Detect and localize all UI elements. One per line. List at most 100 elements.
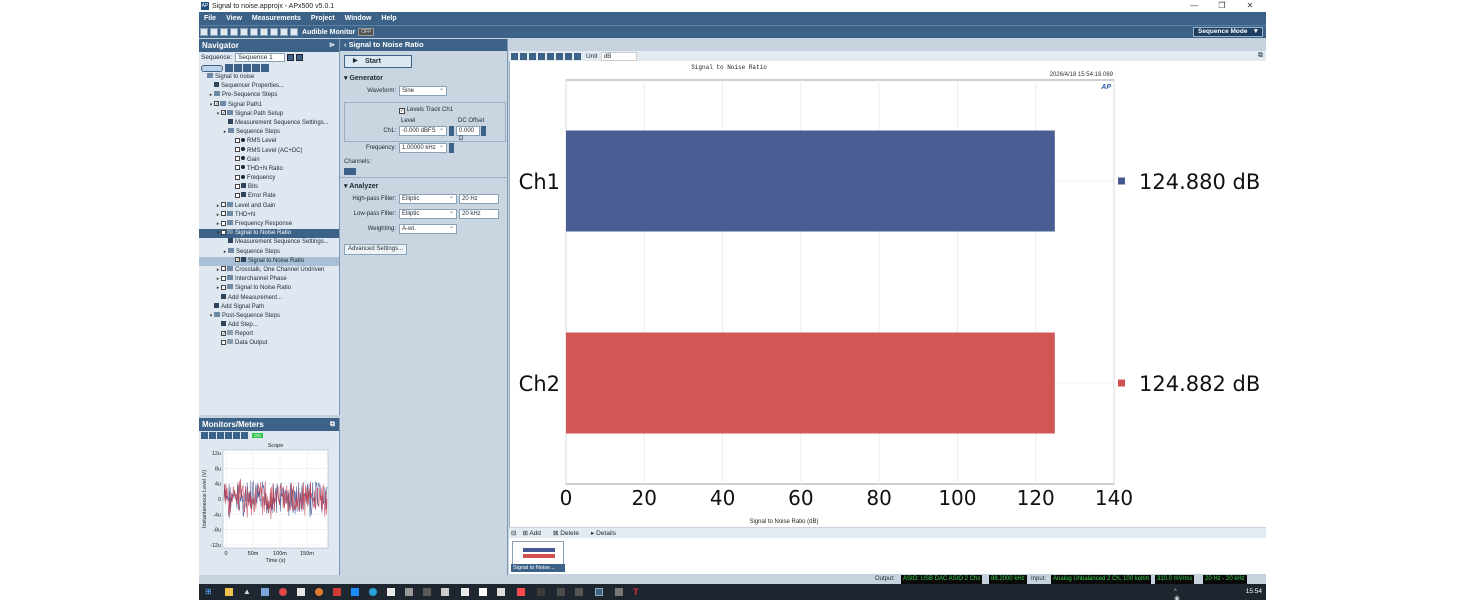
output-device[interactable]: ASIO: USB DAC ASIO 2 Chs: [901, 575, 983, 584]
graph-thumbnail[interactable]: [512, 541, 564, 566]
graph-icon[interactable]: [260, 28, 268, 36]
sequence-add-icon[interactable]: [287, 54, 295, 61]
graph-limits-icon[interactable]: [547, 52, 554, 60]
pin-icon[interactable]: ⊳: [329, 39, 335, 52]
tree-item[interactable]: Gain: [199, 156, 339, 165]
tree-item[interactable]: Data Output: [199, 339, 339, 348]
sequence-select[interactable]: Sequence 1: [235, 53, 286, 62]
tree-item[interactable]: ▸ Signal to Noise Ratio: [199, 284, 339, 293]
graph-export-icon[interactable]: [565, 52, 572, 60]
tree-checkbox[interactable]: [214, 101, 219, 107]
tree-checkbox[interactable]: [235, 165, 240, 171]
tree-item[interactable]: ▾Signal Path Setup: [199, 109, 339, 119]
dc-offset-input[interactable]: 0.000 D: [456, 126, 480, 142]
tree-checkbox[interactable]: [221, 275, 226, 281]
app-icon-5[interactable]: [333, 588, 341, 596]
tray-icons[interactable]: ^ ◉ ▭ ⊡ 中 ◔: [1174, 588, 1182, 600]
tree-checkbox[interactable]: [221, 211, 226, 217]
waveform-select[interactable]: Sine: [399, 85, 447, 96]
tree-item[interactable]: ▸ Frequency Response: [199, 220, 339, 229]
tree-checkbox[interactable]: [221, 284, 226, 290]
settings-icon[interactable]: [280, 28, 288, 36]
highpass-select[interactable]: Elliptic: [399, 193, 457, 204]
levels-track-checkbox[interactable]: ✓: [399, 107, 405, 114]
channels-toggle-icon[interactable]: [344, 168, 356, 175]
upload-icon[interactable]: ▲: [243, 588, 251, 596]
collapse-icon[interactable]: [234, 64, 242, 72]
tree-item[interactable]: ▸ Sequence Steps: [199, 247, 339, 257]
tree-checkbox[interactable]: [221, 202, 226, 208]
app-icon-8[interactable]: [387, 588, 395, 596]
graph-settings-icon[interactable]: [574, 52, 581, 60]
unit-select[interactable]: dB: [600, 51, 637, 61]
move-icon[interactable]: [261, 64, 269, 72]
close-button[interactable]: ✕: [1236, 0, 1264, 12]
highpass-freq-input[interactable]: 20 Hz: [459, 194, 499, 204]
fft-icon[interactable]: [209, 432, 216, 439]
tree-item[interactable]: ▾Signal to Noise Ratio: [199, 229, 339, 239]
app-icon-12[interactable]: [461, 588, 469, 596]
report-icon[interactable]: [240, 28, 248, 36]
file-explorer-icon[interactable]: [225, 588, 233, 596]
app-icon-15[interactable]: [517, 588, 525, 596]
app-icon-19[interactable]: [615, 588, 623, 596]
tree-item[interactable]: Report: [199, 330, 339, 339]
add-icon[interactable]: [243, 64, 251, 72]
monitor-on-toggle[interactable]: ON: [252, 433, 263, 438]
menu-help[interactable]: Help: [376, 15, 401, 22]
input-bandwidth[interactable]: 20 Hz - 20 kHz: [1203, 575, 1247, 584]
app-icon-17[interactable]: [557, 588, 565, 596]
frequency-input[interactable]: 1.00000 kHz: [399, 142, 447, 153]
tree-item[interactable]: Frequency: [199, 174, 339, 183]
tree-checkbox[interactable]: [221, 330, 226, 336]
menu-measurements[interactable]: Measurements: [247, 15, 306, 22]
tree-item[interactable]: ▸ Interchannel Phase: [199, 275, 339, 284]
app-icon-7[interactable]: [369, 588, 377, 596]
help-icon[interactable]: [290, 28, 298, 36]
meter-icon[interactable]: [270, 28, 278, 36]
tree-item[interactable]: ▸ Sequence Steps: [199, 128, 339, 137]
level-icon[interactable]: [225, 432, 232, 439]
tree-item[interactable]: Add Measurement...: [199, 293, 339, 303]
tree-item[interactable]: RMS Level (AC+DC): [199, 147, 339, 156]
meter-icon[interactable]: [217, 432, 224, 439]
tree-item[interactable]: Sequencer Properties...: [199, 82, 339, 91]
tree-item[interactable]: RMS Level: [199, 137, 339, 146]
tree-checkbox[interactable]: [235, 174, 240, 180]
app-icon-13[interactable]: [479, 588, 487, 596]
menu-window[interactable]: Window: [340, 15, 377, 22]
tree-checkbox[interactable]: [221, 229, 226, 235]
app-icon-9[interactable]: [405, 588, 413, 596]
input-level[interactable]: 310.0 mVrms: [1155, 575, 1195, 584]
level-spinner-icon[interactable]: [449, 126, 454, 136]
tree-item[interactable]: Signal to noise: [199, 73, 339, 82]
collapse-icon[interactable]: ⊟: [511, 529, 516, 537]
popout-icon[interactable]: ⧉: [1258, 52, 1263, 60]
sequence-settings-icon[interactable]: [296, 54, 304, 61]
add-graph-button[interactable]: ⊞ Add: [522, 529, 546, 537]
tree-checkbox[interactable]: [235, 147, 240, 152]
tree-checkbox[interactable]: [221, 266, 226, 272]
tree-item[interactable]: THD+N Ratio: [199, 165, 339, 174]
app-icon-18[interactable]: [575, 588, 583, 596]
dc-spinner-icon[interactable]: [481, 126, 486, 136]
tree-checkbox[interactable]: [221, 110, 226, 116]
tree-item[interactable]: ▸ Level and Gain: [199, 201, 339, 211]
run-sequence-button[interactable]: [201, 64, 223, 72]
save-icon[interactable]: [220, 28, 228, 36]
app-icon-20[interactable]: T: [633, 588, 641, 597]
cut-icon[interactable]: [250, 28, 258, 36]
app-icon-10[interactable]: [423, 588, 431, 596]
app-icon-16[interactable]: [537, 588, 545, 596]
graph-autoscale-icon[interactable]: [529, 52, 536, 60]
app-icon-14[interactable]: [497, 588, 505, 596]
new-file-icon[interactable]: [200, 28, 208, 36]
details-button[interactable]: ▸ Details: [591, 529, 622, 537]
minimize-button[interactable]: —: [1180, 0, 1208, 12]
tree-item[interactable]: ▾Signal Path1: [199, 100, 339, 110]
print-icon[interactable]: [230, 28, 238, 36]
graph-zoom-icon[interactable]: [520, 52, 527, 60]
tree-checkbox[interactable]: [221, 220, 226, 226]
delete-graph-button[interactable]: ⊠ Delete: [553, 529, 585, 537]
taskbar-clock[interactable]: 15:54: [1246, 584, 1262, 600]
